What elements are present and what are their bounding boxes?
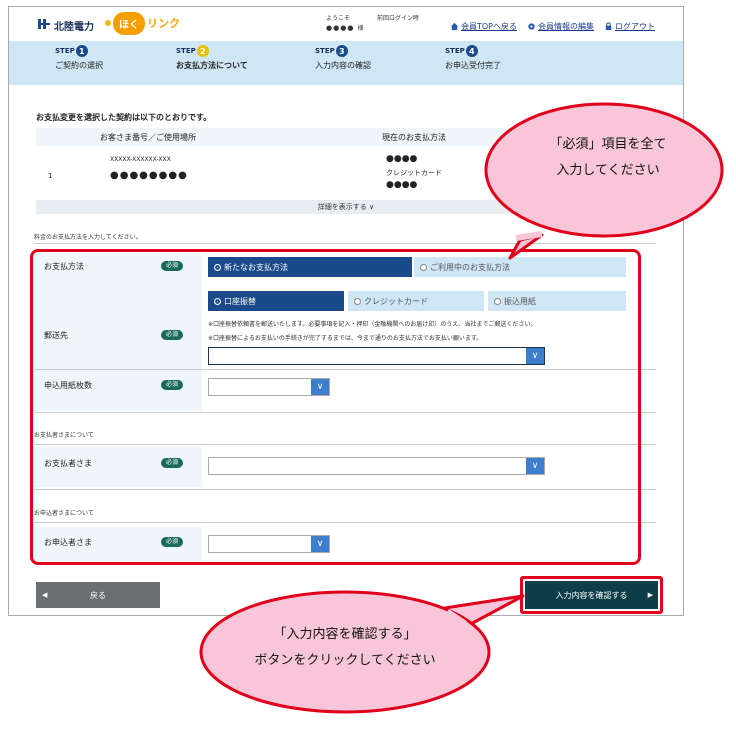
step-1-number: 1 (75, 45, 88, 57)
nav-edit-profile-link[interactable]: 会員情報の編集 (527, 21, 594, 32)
row-number: 1 (48, 172, 53, 180)
step-indicator: STEP 1 ご契約の選択 STEP 2 お支払方法について STEP 3 入力内容の… (9, 41, 683, 85)
step-2: STEP 2 お支払方法について (176, 45, 286, 71)
confirm-input-button-label: 入力内容を確認する (555, 590, 628, 600)
service-logo-link: リンク (147, 17, 180, 30)
step-1-word: STEP (55, 47, 75, 55)
top-nav: 会員TOPへ戻る 会員情報の編集 ログアウト (450, 21, 655, 32)
nav-logout-label: ログアウト (615, 22, 655, 31)
payment-prompt: 料金のお支払方法を入力してください。 (34, 234, 142, 241)
step-3-label: 入力内容の確認 (315, 61, 371, 70)
chevron-left-icon: ◀ (42, 591, 48, 599)
bottom-callout-line-1: 「入力内容を確認する」 (273, 627, 417, 642)
step-4-number: 4 (465, 45, 478, 57)
company-name: 北陸電力 (54, 22, 94, 33)
usage-place: ●●●●●●●● (110, 170, 188, 181)
step-2-word: STEP (176, 47, 196, 55)
welcome-block: ようこそ ●●●● 様 (326, 13, 364, 32)
nav-edit-profile-label: 会員情報の編集 (538, 22, 594, 31)
step-3-number: 3 (335, 45, 348, 57)
step-3-word: STEP (315, 47, 335, 55)
col-current-payment: 現在のお支払方法 (382, 133, 446, 142)
step-1-head: STEP 1 (55, 45, 165, 57)
site-header: 北陸電力 ほく リンク ようこそ ●●●● 様 前回ログイン時 会員TOPへ戻る … (9, 7, 683, 41)
back-button-label: 戻る (90, 590, 106, 600)
last-login: 前回ログイン時 (377, 15, 420, 22)
welcome-text: ようこそ (326, 15, 351, 22)
step-4-head: STEP 4 (445, 45, 555, 57)
nav-member-top-link[interactable]: 会員TOPへ戻る (450, 21, 517, 32)
step-4: STEP 4 お申込受付完了 (445, 45, 555, 71)
nav-logout-link[interactable]: ログアウト (604, 21, 655, 32)
col-customer-place: お客さま番号／ご使用場所 (100, 133, 196, 142)
company-logo-icon (38, 19, 50, 29)
gear-icon (528, 23, 535, 30)
step-2-number: 2 (196, 45, 209, 57)
step-2-label: お支払方法について (176, 61, 248, 70)
bottom-callout-line-2: ボタンをクリックしてください (254, 653, 436, 668)
contract-intro: お支払変更を選択した契約は以下のとおりです。 (36, 113, 212, 122)
service-logo-hoku: ほく (113, 11, 145, 35)
step-3-head: STEP 3 (315, 45, 425, 57)
step-1-label: ご契約の選択 (55, 61, 103, 70)
top-callout-text: 「必須」項目を全て 入力してください (518, 132, 698, 184)
required-fields-highlight (30, 249, 641, 565)
bottom-callout-text: 「入力内容を確認する」 ボタンをクリックしてください (245, 622, 445, 674)
step-4-word: STEP (445, 47, 465, 55)
payment-masked-2: ●●●● (386, 180, 418, 190)
payment-masked-1: ●●●● (386, 154, 418, 164)
logo-dot-icon (105, 20, 111, 26)
top-callout-line-1: 「必須」項目を全て (549, 137, 667, 152)
home-icon (450, 22, 459, 31)
step-4-label: お申込受付完了 (445, 61, 501, 70)
honorific: 様 (357, 25, 365, 32)
payment-method: クレジットカード (386, 169, 442, 177)
back-button[interactable]: ◀ 戻る (36, 582, 160, 608)
step-1: STEP 1 ご契約の選択 (55, 45, 165, 71)
service-logo[interactable]: ほく リンク (105, 11, 180, 35)
customer-number: XXXXX-XXXXXX-XXX (110, 156, 171, 163)
lock-icon (605, 22, 612, 31)
step-3: STEP 3 入力内容の確認 (315, 45, 425, 71)
user-name: ●●●● 様 (326, 23, 364, 32)
chevron-right-icon: ▶ (647, 591, 653, 599)
nav-member-top-label: 会員TOPへ戻る (460, 22, 517, 31)
step-2-head: STEP 2 (176, 45, 286, 57)
user-name-value: ●●●● (326, 24, 355, 32)
top-callout-line-2: 入力してください (556, 163, 660, 178)
